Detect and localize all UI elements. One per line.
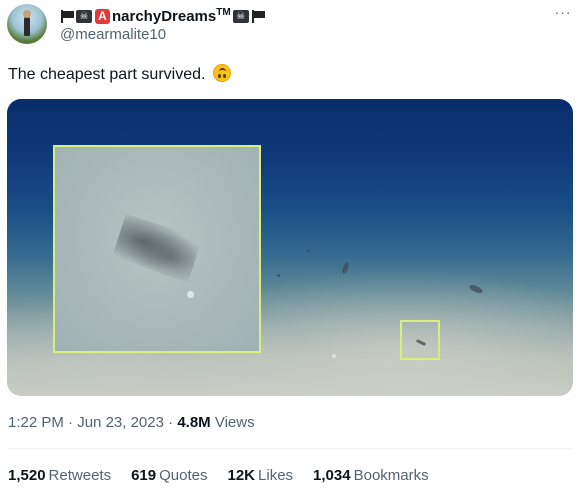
tweet-meta: 1:22 PM · Jun 23, 2023 · 4.8M Views	[8, 414, 255, 431]
debris-highlight-box	[400, 320, 440, 360]
pirate-flag-icon: ☠	[76, 9, 92, 23]
seafloor-speck	[307, 249, 310, 252]
more-options-icon[interactable]: ···	[551, 4, 575, 24]
likes-stat[interactable]: 12K Likes	[227, 467, 293, 484]
debris-fragment	[111, 213, 203, 283]
divider	[8, 448, 573, 449]
tweet-media-image[interactable]	[7, 99, 573, 396]
views-count: 4.8M	[177, 414, 211, 431]
seafloor-speck	[277, 274, 280, 277]
seafloor-speck	[332, 354, 336, 358]
upside-down-face-emoji-icon	[212, 64, 231, 82]
tweet-time[interactable]: 1:22 PM	[8, 414, 64, 431]
display-name[interactable]: narchyDreamsTM	[112, 7, 231, 25]
zoomed-debris-inset	[53, 145, 261, 353]
flag-icon	[60, 9, 74, 23]
tweet-text: The cheapest part survived.	[8, 64, 231, 84]
tweet-body: The cheapest part survived.	[8, 66, 206, 83]
flag-icon	[251, 9, 265, 23]
quotes-stat[interactable]: 619 Quotes	[131, 467, 207, 484]
tweet-date[interactable]: Jun 23, 2023	[77, 414, 164, 431]
pirate-flag-icon: ☠	[232, 9, 249, 23]
author-handle[interactable]: @mearmalite10	[60, 26, 166, 43]
avatar[interactable]	[7, 4, 47, 44]
letter-a-icon: A	[95, 8, 110, 24]
avatar-figure	[23, 10, 31, 36]
debris-particle	[187, 291, 194, 298]
bookmarks-stat[interactable]: 1,034 Bookmarks	[313, 467, 429, 484]
retweets-stat[interactable]: 1,520 Retweets	[8, 467, 111, 484]
author-name-row[interactable]: ☠ A narchyDreamsTM ☠	[60, 6, 265, 26]
engagement-stats: 1,520 Retweets 619 Quotes 12K Likes 1,034 Bo…	[8, 467, 429, 484]
views-label: Views	[214, 414, 255, 431]
